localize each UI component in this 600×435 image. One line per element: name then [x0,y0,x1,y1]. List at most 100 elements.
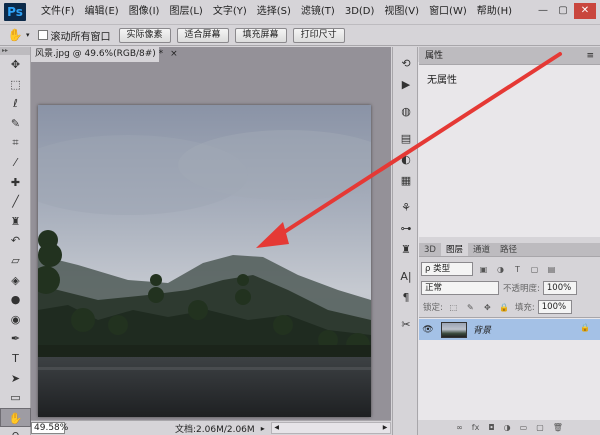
menu-item-3[interactable]: 图层(L) [164,0,207,24]
window-controls: — ▢ ✕ [534,3,596,19]
status-menu-arrow-icon[interactable]: ▸ [261,424,265,433]
clone-stamp-tool-icon[interactable]: ♜ [0,212,31,232]
lock-transparent-icon[interactable]: ⬚ [447,301,460,314]
minimize-button[interactable]: — [534,3,552,19]
image-canvas[interactable] [38,105,371,417]
scroll-all-checkbox[interactable] [37,30,48,40]
menu-item-7[interactable]: 3D(D) [340,0,380,24]
brush-presets-icon[interactable]: ⚘ [393,197,419,218]
paint-bucket-tool-icon[interactable]: ◈ [0,271,31,291]
tab-channels[interactable]: 通道 [468,243,495,256]
scroll-left-arrow-icon[interactable]: ◀ [272,423,282,433]
menu-item-0[interactable]: 文件(F) [36,0,80,24]
fit-screen-button[interactable]: 适合屏幕 [176,27,229,43]
rectangle-tool-icon[interactable]: ▭ [0,388,31,408]
tab-3d[interactable]: 3D [419,243,441,256]
scroll-all-label: 滚动所有窗口 [50,31,111,43]
maximize-button[interactable]: ▢ [554,3,572,19]
path-selection-tool-icon[interactable]: ➤ [0,369,31,389]
smart-object-filter-icon[interactable]: ▤ [545,263,558,276]
layer-row-background[interactable]: 👁 背景 🔒 [419,319,600,340]
styles-icon[interactable]: ▦ [393,170,419,191]
hand-tool-preset-icon[interactable]: ✋ [4,28,26,42]
history-brush-tool-icon[interactable]: ↶ [0,231,31,251]
type-filter-icon[interactable]: T [511,263,524,276]
brush-panel-icon[interactable]: ⊶ [393,218,419,239]
menu-item-4[interactable]: 文字(Y) [208,0,252,24]
healing-brush-tool-icon[interactable]: ✚ [0,173,31,193]
eyedropper-tool-icon[interactable]: ⁄ [0,153,31,173]
add-mask-icon[interactable]: ◘ [488,423,494,432]
history-panel-icon[interactable]: ⟲ [393,53,419,74]
zoom-tool-icon[interactable]: ⚲ [0,427,31,435]
link-layers-icon[interactable]: ∞ [456,423,463,432]
move-tool-icon[interactable]: ✥ [0,55,31,75]
visibility-eye-icon[interactable]: 👁 [419,325,437,335]
layer-style-icon[interactable]: fx [472,423,480,432]
adjustment-filter-icon[interactable]: ◑ [494,263,507,276]
tool-presets-icon[interactable]: ✂ [393,314,419,335]
delete-layer-icon[interactable]: 🗑 [553,423,563,432]
tab-paths[interactable]: 路径 [495,243,522,256]
panel-dock: ⟲ ▶ ◍ ▤ ◐ ▦ ⚘ ⊶ ♜ A| ¶ ✂ [392,47,418,435]
menu-item-6[interactable]: 滤镜(T) [296,0,340,24]
horizontal-scrollbar[interactable]: ◀ ▶ [270,422,391,434]
print-size-button[interactable]: 打印尺寸 [292,27,345,43]
eraser-tool-icon[interactable]: ▱ [0,251,31,271]
crop-tool-icon[interactable]: ⌗ [0,133,31,153]
menu-item-8[interactable]: 视图(V) [379,0,424,24]
dodge-tool-icon[interactable]: ◉ [0,310,31,330]
tab-layers[interactable]: 图层 [440,243,468,256]
marquee-tool-icon[interactable]: ⬚ [0,75,31,95]
character-panel-icon[interactable]: A| [393,266,419,287]
new-group-icon[interactable]: ▭ [520,423,528,432]
actual-pixels-button[interactable]: 实际像素 [118,27,171,43]
chevron-down-icon[interactable]: ▾ [26,31,30,39]
layer-name[interactable]: 背景 [473,323,491,336]
menu-item-9[interactable]: 窗口(W) [424,0,472,24]
properties-panel-title[interactable]: 属性 [425,51,443,61]
lock-position-icon[interactable]: ✥ [481,301,494,314]
options-bar: ✋ ▾ 滚动所有窗口 实际像素 适合屏幕 填充屏幕 打印尺寸 [0,24,600,46]
fill-field[interactable]: 100% [537,300,572,314]
hand-tool-icon[interactable]: ✋ [0,407,31,428]
lock-all-icon[interactable]: 🔒 [498,301,511,314]
menu-item-10[interactable]: 帮助(H) [472,0,517,24]
close-button[interactable]: ✕ [574,3,596,19]
lock-image-icon[interactable]: ✎ [464,301,477,314]
adjustments-icon[interactable]: ◐ [393,149,419,170]
menu-item-1[interactable]: 编辑(E) [80,0,124,24]
pen-tool-icon[interactable]: ✒ [0,329,31,349]
layer-lock-icon: 🔒 [580,323,590,332]
panel-menu-icon[interactable]: ≡ [586,47,594,65]
brush-tool-icon[interactable]: ╱ [0,192,31,212]
menu-bar: Ps 文件(F) 编辑(E) 图像(I) 图层(L) 文字(Y) 选择(S) 滤镜(T) 3D… [0,0,600,24]
actions-panel-icon[interactable]: ▶ [393,74,419,95]
blend-opacity-row: 正常 不透明度: 100% [421,279,598,297]
document-tab-close-button[interactable]: × [170,49,178,59]
shape-filter-icon[interactable]: ▢ [528,263,541,276]
opacity-field[interactable]: 100% [542,281,577,295]
zoom-level-field[interactable]: 49.58% [31,422,68,434]
blur-tool-icon[interactable]: ● [0,290,31,310]
info-panel-icon[interactable]: ▤ [393,128,419,149]
scroll-right-arrow-icon[interactable]: ▶ [380,423,390,433]
quick-selection-tool-icon[interactable]: ✎ [0,114,31,134]
layer-thumbnail [441,321,467,338]
pixel-filter-icon[interactable]: ▣ [477,263,490,276]
blend-mode-select[interactable]: 正常 [421,281,499,295]
document-tab[interactable]: 风景.jpg @ 49.6%(RGB/8#) * × [31,47,178,62]
new-adjustment-layer-icon[interactable]: ◑ [504,423,511,432]
paragraph-panel-icon[interactable]: ¶ [393,287,419,308]
menu-item-2[interactable]: 图像(I) [124,0,165,24]
layer-filter-select[interactable]: ρ 类型 [421,262,473,276]
menu-item-5[interactable]: 选择(S) [252,0,296,24]
lasso-tool-icon[interactable]: ℓ [0,94,31,114]
type-tool-icon[interactable]: T [0,349,31,369]
fill-screen-button[interactable]: 填充屏幕 [234,27,287,43]
new-layer-icon[interactable]: ▢ [536,423,544,432]
scroll-all-windows-option[interactable]: 滚动所有窗口 [37,28,111,43]
tools-panel-grip[interactable]: ▸▸ [0,47,30,55]
color-palette-icon[interactable]: ◍ [393,101,419,122]
clone-source-icon[interactable]: ♜ [393,239,419,260]
